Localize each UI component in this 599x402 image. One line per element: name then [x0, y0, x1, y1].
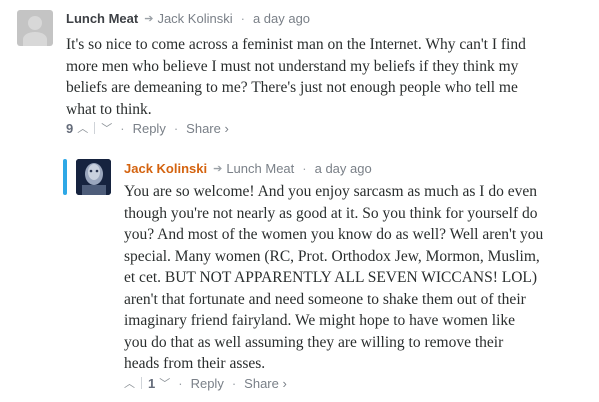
separator-dot: · — [240, 11, 245, 26]
comment-line: heads from their asses. — [124, 355, 266, 372]
highlight-bar — [63, 159, 67, 195]
comment-lunch-meat: Lunch Meat ➔ Jack Kolinski · a day ago I… — [0, 0, 599, 145]
vote-divider — [141, 377, 142, 389]
separator-dot: · — [120, 120, 125, 136]
parent-author-link[interactable]: Lunch Meat — [226, 161, 294, 176]
share-button[interactable]: Share › — [244, 376, 287, 391]
downvote-icon[interactable]: ﹀ — [101, 120, 112, 136]
comment-line: You are so welcome! And you enjoy sarcas… — [124, 183, 537, 200]
vote-divider — [94, 122, 96, 134]
comment-line: though you're not nearly as good at it. … — [124, 204, 538, 222]
author-name[interactable]: Jack Kolinski — [124, 161, 207, 176]
default-avatar-body — [23, 32, 47, 46]
share-button[interactable]: Share › — [186, 121, 229, 136]
downvote-icon[interactable]: ﹀ — [159, 375, 170, 391]
comment-jack-kolinski: Jack Kolinski ➔ Lunch Meat · a day ago Y… — [0, 150, 599, 402]
separator-dot: · — [178, 375, 183, 391]
comment-line: you do that as well assuming they are wi… — [124, 333, 504, 351]
comment-actions: ︿ 1 ﹀ · Reply · Share › — [124, 375, 287, 391]
comment-line: aren't that fortunate and need someone t… — [124, 290, 526, 308]
upvote-icon[interactable]: ︿ — [77, 120, 88, 136]
comment-header: Lunch Meat ➔ Jack Kolinski · a day ago — [66, 11, 310, 26]
default-avatar-icon — [28, 16, 42, 30]
separator-dot: · — [231, 375, 237, 391]
timestamp-link[interactable]: a day ago — [315, 161, 372, 176]
comment-body: It's so nice to come across a feminist m… — [66, 34, 526, 120]
comment-line: beliefs are demeaning to me? There's jus… — [66, 79, 518, 96]
separator-dot: · — [173, 120, 179, 136]
timestamp-link[interactable]: a day ago — [253, 11, 310, 26]
comment-body: You are so welcome! And you enjoy sarcas… — [124, 181, 543, 375]
avatar[interactable] — [76, 159, 111, 195]
downvote-count: 1 — [148, 375, 156, 391]
reply-button[interactable]: Reply — [191, 376, 224, 391]
comment-line: you? And most of the women you know do a… — [124, 226, 544, 243]
comment-actions: 9 ︿ ﹀ · Reply · Share › — [66, 120, 229, 136]
comment-line: more men who believe I must not understa… — [66, 57, 519, 75]
comment-line: what to think. — [66, 100, 152, 118]
reply-arrow-icon: ➔ — [144, 13, 154, 25]
avatar[interactable] — [17, 10, 53, 46]
parent-author-link[interactable]: Jack Kolinski — [157, 11, 232, 26]
upvote-icon[interactable]: ︿ — [124, 375, 135, 391]
user-photo-icon — [76, 159, 111, 195]
comment-header: Jack Kolinski ➔ Lunch Meat · a day ago — [124, 161, 372, 176]
author-name[interactable]: Lunch Meat — [66, 11, 138, 26]
comment-line: imaginary friend fairyland. We might hop… — [124, 312, 516, 329]
comment-line: It's so nice to come across a feminist m… — [66, 36, 526, 53]
upvote-count: 9 — [66, 120, 74, 136]
comment-line: et cet. BUT NOT APPARENTLY ALL SEVEN WIC… — [124, 269, 538, 286]
comment-line: special. Many women (RC, Prot. Orthodox … — [124, 247, 540, 265]
separator-dot: · — [302, 161, 307, 176]
reply-arrow-icon: ➔ — [213, 163, 223, 175]
reply-button[interactable]: Reply — [133, 121, 166, 136]
